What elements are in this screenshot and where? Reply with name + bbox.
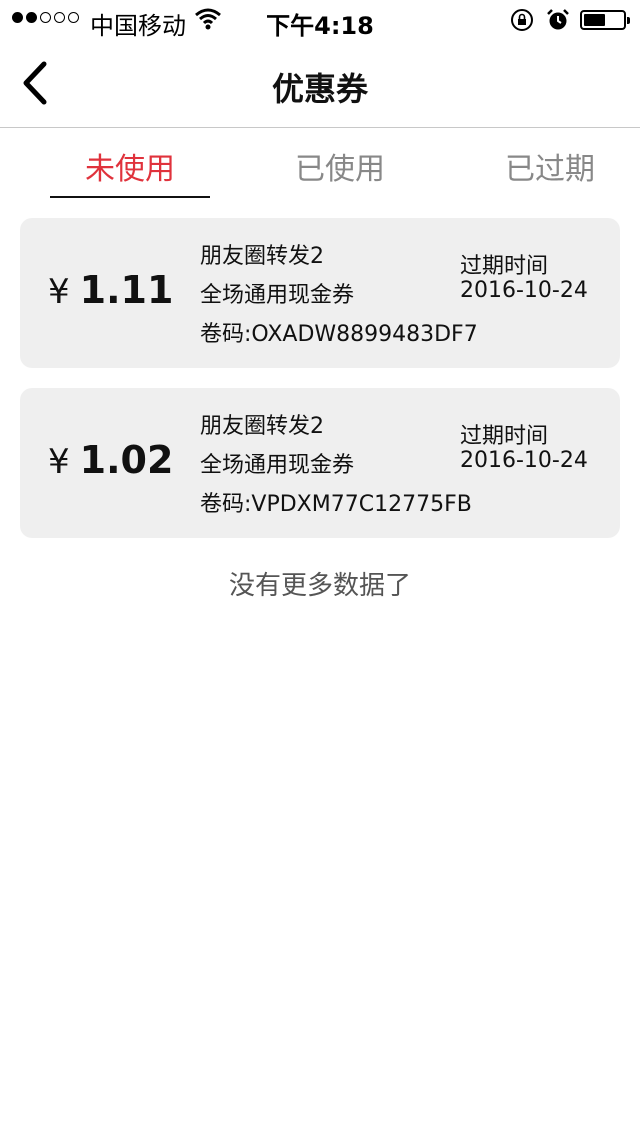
page-title: 优惠券 [271,70,368,108]
coupon-code: 卷码:OXADW8899483DF7 [200,322,478,347]
tab-unused[interactable]: 未使用 [45,144,215,188]
coupon-type: 全场通用现金券 [200,283,355,308]
coupon-name: 朋友圈转发2 [200,414,324,439]
coupon-name: 朋友圈转发2 [200,244,324,269]
expire-label: 过期时间 [460,254,549,279]
coupon-type: 全场通用现金券 [200,453,355,478]
currency-symbol: ¥ [48,272,70,312]
expire-date: 2016-10-24 [460,278,588,303]
tab-bar: 未使用 已使用 已过期 [0,128,640,200]
status-time: 下午4:18 [266,12,374,40]
tab-used[interactable]: 已使用 [255,144,425,188]
alarm-icon [546,8,570,38]
currency-symbol: ¥ [48,442,70,482]
nav-bar: 优惠券 [0,40,640,128]
expire-date: 2016-10-24 [460,448,588,473]
coupon-amount: ¥1.02 [48,438,173,482]
rotation-lock-icon [510,8,534,38]
status-bar: 中国移动 下午4:18 [0,0,640,40]
battery-icon [580,10,630,30]
coupon-code: 卷码:VPDXM77C12775FB [200,492,472,517]
coupon-amount: ¥1.11 [48,268,173,312]
no-more-data-text: 没有更多数据了 [228,571,411,601]
expire-label: 过期时间 [460,424,549,449]
coupon-card[interactable]: ¥1.11 朋友圈转发2 全场通用现金券 卷码:OXADW8899483DF7 … [20,218,620,368]
active-tab-indicator [50,196,210,198]
tab-expired[interactable]: 已过期 [465,144,635,188]
coupon-amount-value: 1.11 [79,268,174,312]
coupon-amount-value: 1.02 [79,438,174,482]
coupon-card[interactable]: ¥1.02 朋友圈转发2 全场通用现金券 卷码:VPDXM77C12775FB … [20,388,620,538]
